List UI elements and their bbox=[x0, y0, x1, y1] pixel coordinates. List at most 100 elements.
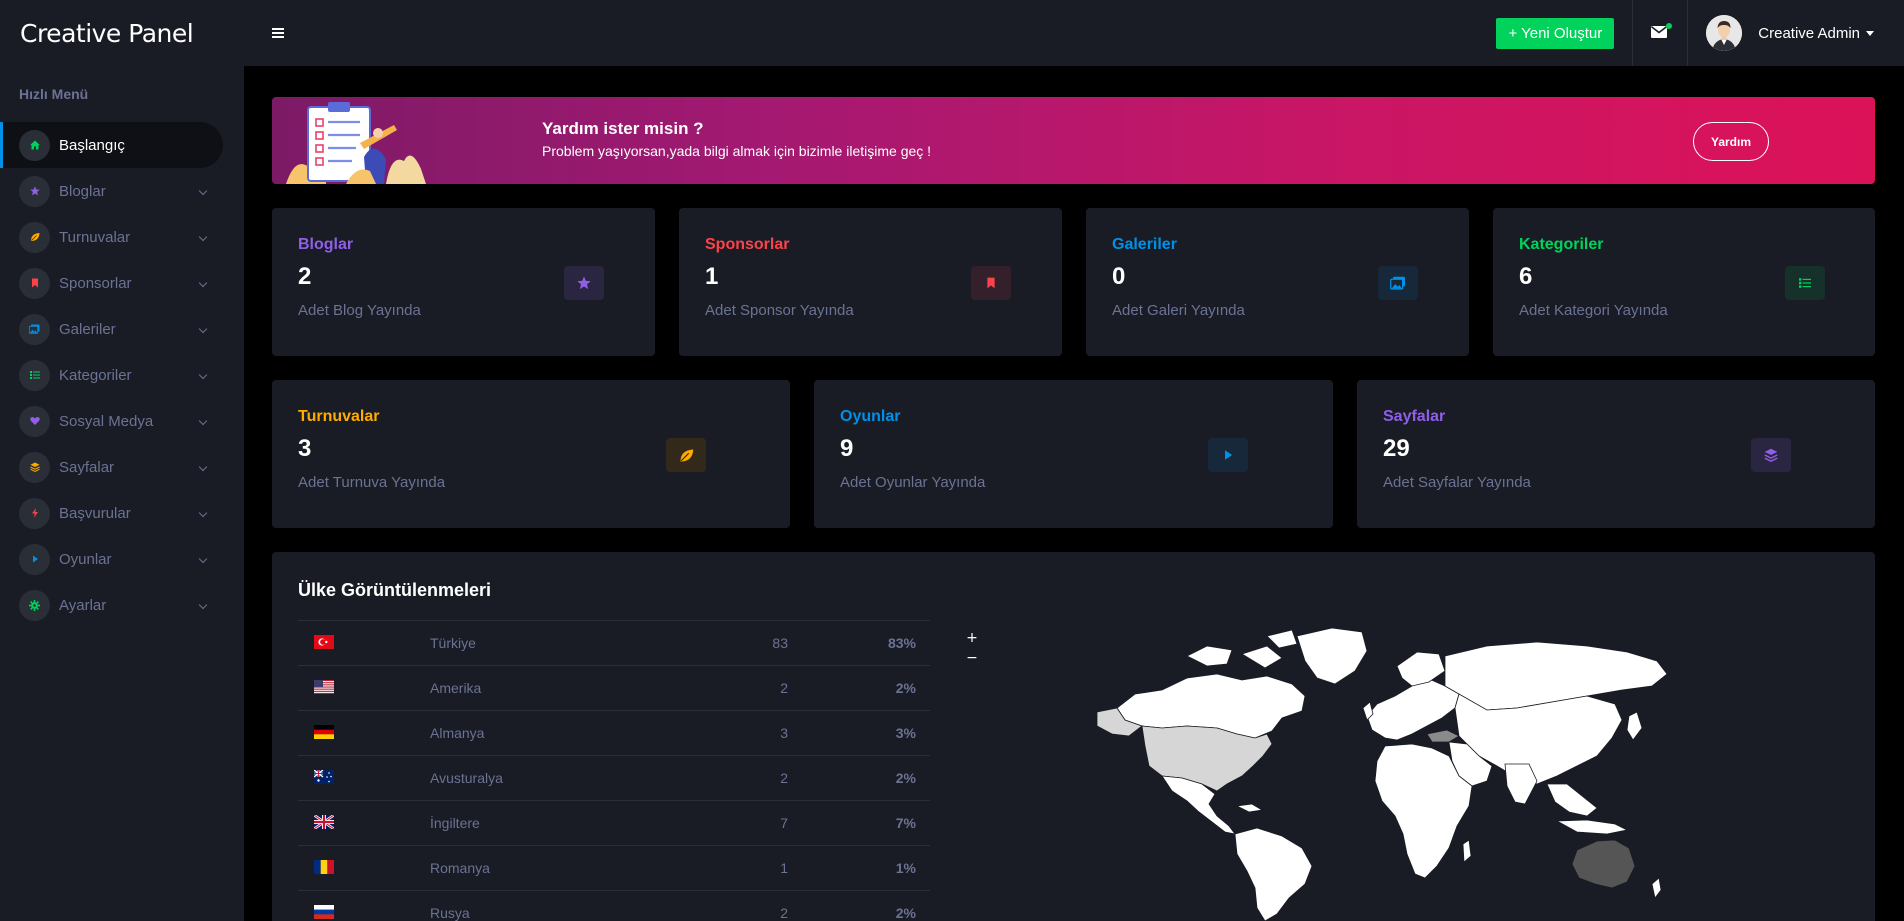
notification-dot bbox=[1666, 23, 1673, 29]
country-count: 83 bbox=[680, 620, 788, 666]
layers-icon bbox=[1751, 438, 1791, 472]
map-region-scandinavia bbox=[1396, 651, 1446, 687]
stat-card-oyunlar[interactable]: Oyunlar 9 Adet Oyunlar Yayında bbox=[814, 380, 1333, 528]
images-icon bbox=[19, 313, 50, 345]
help-banner: Yardım ister misin ? Problem yaşıyorsan,… bbox=[272, 97, 1875, 184]
map-region-indonesia bbox=[1555, 819, 1629, 835]
stat-subtitle: Adet Galeri Yayında bbox=[1112, 302, 1245, 319]
sidebar-item-sponsorlar[interactable]: Sponsorlar bbox=[0, 260, 223, 306]
leaf-icon bbox=[19, 221, 50, 253]
help-button[interactable]: Yardım bbox=[1693, 122, 1769, 161]
country-percent: 2% bbox=[788, 665, 930, 711]
banner-title: Yardım ister misin ? bbox=[542, 119, 704, 138]
brand-logo[interactable]: Creative Panel bbox=[0, 19, 244, 48]
stat-card-bloglar[interactable]: Bloglar 2 Adet Blog Yayında bbox=[272, 208, 655, 356]
sidebar-item-kategoriler[interactable]: Kategoriler bbox=[0, 352, 223, 398]
sidebar-item-basvurular[interactable]: Başvurular bbox=[0, 490, 223, 536]
stat-card-turnuvalar[interactable]: Turnuvalar 3 Adet Turnuva Yayında bbox=[272, 380, 790, 528]
sidebar-item-sayfalar[interactable]: Sayfalar bbox=[0, 444, 223, 490]
table-row: Rusya 2 2% bbox=[298, 890, 930, 921]
sidebar-item-baslangic[interactable]: Başlangıç bbox=[0, 122, 223, 168]
country-percent: 1% bbox=[788, 845, 930, 891]
play-icon bbox=[1208, 438, 1248, 472]
sidebar: Hızlı Menü Başlangıç Bloglar Turnuvalar … bbox=[0, 66, 244, 921]
avatar[interactable] bbox=[1706, 15, 1743, 51]
flag-de-icon bbox=[314, 724, 334, 739]
country-percent: 2% bbox=[788, 755, 930, 801]
chevron-down-icon bbox=[198, 462, 208, 472]
bookmark-icon bbox=[971, 266, 1011, 300]
stat-subtitle: Adet Turnuva Yayında bbox=[298, 474, 446, 491]
flag-ru-icon bbox=[314, 904, 334, 919]
stat-title: Bloglar bbox=[298, 236, 354, 253]
sidebar-item-bloglar[interactable]: Bloglar bbox=[0, 168, 223, 214]
menu-toggle-icon[interactable] bbox=[272, 23, 284, 43]
stat-card-sponsorlar[interactable]: Sponsorlar 1 Adet Sponsor Yayında bbox=[679, 208, 1062, 356]
world-map[interactable] bbox=[1067, 616, 1707, 921]
map-region-arctic-islands bbox=[1186, 629, 1298, 669]
stat-subtitle: Adet Oyunlar Yayında bbox=[840, 474, 986, 491]
map-zoom-out-button[interactable]: − bbox=[964, 651, 980, 666]
country-count: 7 bbox=[680, 800, 788, 846]
table-row: Almanya 3 3% bbox=[298, 710, 930, 756]
stat-value: 6 bbox=[1519, 263, 1533, 290]
table-row: İngiltere 7 7% bbox=[298, 800, 930, 846]
table-row: Türkiye 83 83% bbox=[298, 620, 930, 666]
mail-icon[interactable] bbox=[1651, 23, 1673, 40]
map-region-southeast-asia bbox=[1546, 783, 1598, 817]
country-count: 2 bbox=[680, 755, 788, 801]
stat-title: Oyunlar bbox=[840, 408, 901, 425]
map-region-turkey bbox=[1426, 729, 1460, 743]
sidebar-item-oyunlar[interactable]: Oyunlar bbox=[0, 536, 223, 582]
country-percent: 3% bbox=[788, 710, 930, 756]
sidebar-item-label: Oyunlar bbox=[59, 550, 112, 568]
bolt-icon bbox=[19, 497, 50, 529]
country-count: 1 bbox=[680, 845, 788, 891]
user-menu[interactable]: Creative Admin bbox=[1758, 25, 1874, 42]
flag-ro-icon bbox=[314, 859, 334, 874]
map-region-madagascar bbox=[1462, 839, 1472, 863]
sidebar-item-label: Kategoriler bbox=[59, 366, 132, 384]
leaf-icon bbox=[666, 438, 706, 472]
sidebar-item-label: Başvurular bbox=[59, 504, 131, 522]
chevron-down-icon bbox=[198, 554, 208, 564]
country-name: Türkiye bbox=[430, 620, 680, 666]
home-icon bbox=[19, 129, 50, 161]
stat-value: 1 bbox=[705, 263, 719, 290]
user-name: Creative Admin bbox=[1758, 24, 1860, 42]
play-icon bbox=[19, 543, 50, 575]
sidebar-title: Hızlı Menü bbox=[19, 86, 89, 102]
gear-icon bbox=[19, 589, 50, 621]
table-row: Amerika 2 2% bbox=[298, 665, 930, 711]
stat-title: Galeriler bbox=[1112, 236, 1177, 253]
create-new-button[interactable]: + Yeni Oluştur bbox=[1496, 17, 1615, 49]
country-views-panel: Ülke Görüntülenmeleri Türkiye 83 83% Ame… bbox=[272, 552, 1875, 921]
stat-card-sayfalar[interactable]: Sayfalar 29 Adet Sayfalar Yayında bbox=[1357, 380, 1875, 528]
flag-tr-icon bbox=[314, 634, 334, 649]
sidebar-item-sosyal-medya[interactable]: Sosyal Medya bbox=[0, 398, 223, 444]
sidebar-item-turnuvalar[interactable]: Turnuvalar bbox=[0, 214, 223, 260]
country-name: Almanya bbox=[430, 710, 680, 756]
stat-card-galeriler[interactable]: Galeriler 0 Adet Galeri Yayında bbox=[1086, 208, 1469, 356]
table-row: Romanya 1 1% bbox=[298, 845, 930, 891]
stat-value: 3 bbox=[298, 435, 312, 462]
chevron-down-icon bbox=[198, 416, 208, 426]
map-zoom-in-button[interactable]: + bbox=[964, 631, 980, 646]
flag-au-icon bbox=[313, 768, 334, 784]
star-icon bbox=[564, 266, 604, 300]
map-region-caribbean bbox=[1235, 803, 1264, 813]
stat-subtitle: Adet Blog Yayında bbox=[298, 302, 421, 319]
chevron-down-icon bbox=[198, 232, 208, 242]
sidebar-item-label: Sosyal Medya bbox=[59, 412, 154, 430]
heart-icon bbox=[19, 405, 50, 437]
list-icon bbox=[1785, 266, 1825, 300]
stat-title: Sponsorlar bbox=[705, 236, 790, 253]
stat-title: Turnuvalar bbox=[298, 408, 380, 425]
layers-icon bbox=[19, 451, 50, 483]
sidebar-item-galeriler[interactable]: Galeriler bbox=[0, 306, 223, 352]
sidebar-item-ayarlar[interactable]: Ayarlar bbox=[0, 582, 223, 628]
stat-card-kategoriler[interactable]: Kategoriler 6 Adet Kategori Yayında bbox=[1493, 208, 1875, 356]
country-count: 2 bbox=[680, 665, 788, 711]
country-name: Avusturalya bbox=[430, 755, 680, 801]
flag-gb-icon bbox=[313, 813, 335, 830]
